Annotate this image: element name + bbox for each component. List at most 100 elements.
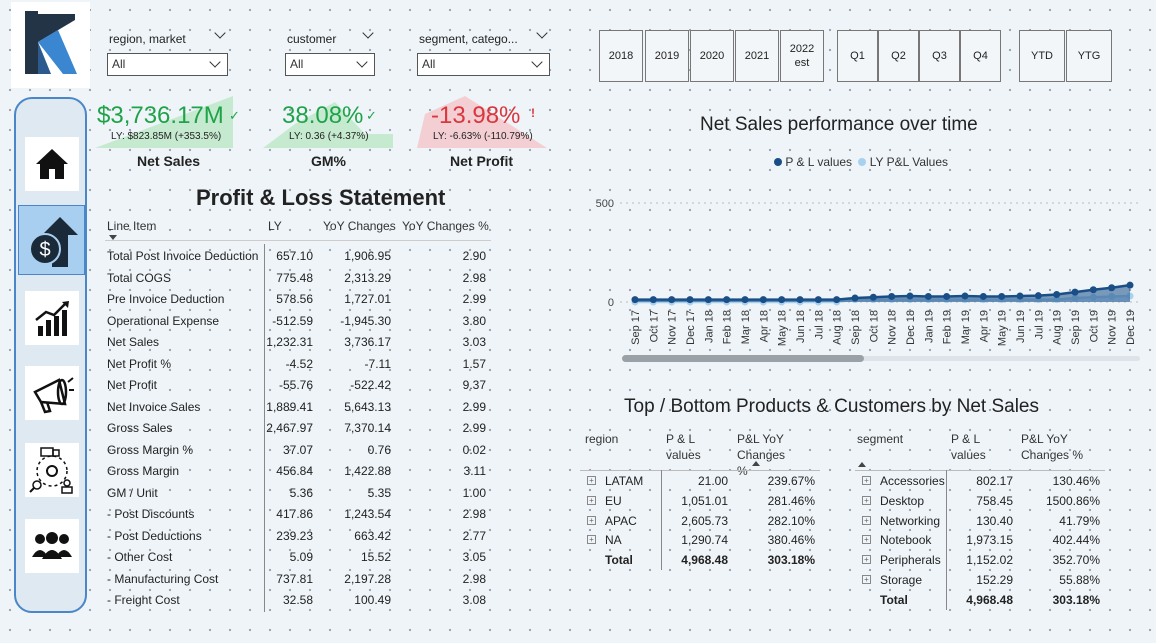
ly-column-header[interactable]: LY: [268, 219, 282, 233]
quarter-q1-button[interactable]: Q1: [837, 30, 878, 82]
pl-value: 21.00: [697, 474, 728, 488]
pl-table-row[interactable]: Operational Expense -512.59 -1,945.30 3.80: [105, 311, 491, 333]
yoy-change-pct-value: 3.03: [462, 335, 486, 349]
pl-table-row[interactable]: Net Profit -55.76 -522.42 9.37: [105, 375, 491, 397]
total-row[interactable]: Total 4,968.48 303.18%: [580, 551, 820, 571]
year-2020-button[interactable]: 2020: [690, 30, 734, 82]
chevron-down-icon[interactable]: [362, 27, 374, 39]
expand-icon[interactable]: +: [862, 476, 871, 485]
pl-table-row[interactable]: - Post Discounts 417.86 1,243.54 2.98: [105, 504, 491, 526]
table-row[interactable]: + LATAM 21.00 239.67%: [580, 472, 820, 492]
scrollbar-thumb[interactable]: [622, 355, 864, 362]
customers-view-nav-button[interactable]: [25, 519, 79, 573]
pl-table-row[interactable]: Gross Margin 456.84 1,422.88 3.11: [105, 461, 491, 483]
yoy-change-pct: 41.79%: [1059, 513, 1100, 528]
table-row[interactable]: + Networking 130.40 41.79%: [855, 512, 1105, 532]
table-row[interactable]: + Notebook 1,973.15 402.44%: [855, 531, 1105, 551]
pl-table-row[interactable]: Gross Margin % 37.07 0.76 0.02: [105, 440, 491, 462]
pl-table-row[interactable]: Net Profit % -4.52 -7.11 1.57: [105, 354, 491, 376]
quarter-q2-button[interactable]: Q2: [878, 30, 919, 82]
net-sales-line-chart[interactable]: 500 0 Sep 17 Oct 17 Nov 17 Dec 17 Jan 18 Feb 18…: [590, 190, 1150, 370]
yoy-changes-pct-column-header[interactable]: YoY Changes %: [402, 219, 489, 233]
data-point: [1126, 281, 1134, 289]
table-row[interactable]: + NA 1,290.74 380.46%: [580, 531, 820, 551]
pl-table-row[interactable]: Gross Sales 2,467.97 7,370.14 2.99: [105, 418, 491, 440]
pl-table-row[interactable]: Net Invoice Sales 1,889.41 5,643.13 2.99: [105, 397, 491, 419]
pl-value: 758.45: [976, 493, 1013, 508]
pl-table-row[interactable]: GM / Unit 5.36 5.35 1.00: [105, 483, 491, 505]
total-row[interactable]: Total 4,968.48 303.18%: [855, 591, 1105, 611]
year-2021-button[interactable]: 2021: [735, 30, 779, 82]
region-pl-values-header[interactable]: P & L values: [666, 431, 712, 463]
table-row[interactable]: + APAC 2,605.73 282.10%: [580, 512, 820, 532]
year-2019-button[interactable]: 2019: [645, 30, 689, 82]
pl-value: 4,968.48: [681, 553, 728, 568]
row-label: Total: [880, 592, 908, 607]
expand-icon[interactable]: +: [587, 476, 596, 485]
ly-value: 1,889.41: [266, 399, 313, 414]
ytd-button[interactable]: YTD: [1019, 30, 1065, 82]
region-column-header[interactable]: region: [585, 431, 618, 447]
data-point: [906, 292, 914, 300]
pl-table-row[interactable]: Pre Invoice Deduction 578.56 1,727.01 2.99: [105, 289, 491, 311]
pl-value: 152.29: [976, 573, 1013, 587]
row-label: LATAM: [605, 474, 644, 488]
chevron-down-icon[interactable]: [536, 27, 548, 39]
table-row[interactable]: + EU 1,051.01 281.46%: [580, 492, 820, 512]
marketing-view-nav-button[interactable]: [25, 366, 79, 420]
home-nav-button[interactable]: [25, 137, 79, 191]
segment-pl-values-header[interactable]: P & L values: [951, 431, 997, 463]
row-label: EU: [605, 493, 622, 508]
segment-yoy-header[interactable]: P&L YoY Changes %: [1021, 431, 1087, 463]
sort-asc-icon: [752, 461, 760, 466]
data-point: [1034, 292, 1042, 300]
line-item-name: Gross Sales: [107, 421, 173, 435]
expand-icon[interactable]: +: [862, 555, 871, 565]
yoy-change-pct-value: 2.98: [462, 507, 486, 521]
pl-table-row[interactable]: - Other Cost 5.09 15.52 3.05: [105, 547, 491, 569]
supply-chain-view-nav-button[interactable]: [25, 443, 79, 497]
expand-icon[interactable]: +: [862, 535, 871, 545]
expand-icon[interactable]: +: [587, 535, 596, 545]
finance-view-nav-button[interactable]: $: [18, 205, 85, 275]
svg-text:$: $: [39, 239, 50, 261]
segment-column-header[interactable]: segment: [857, 431, 903, 447]
year-2022-est-button[interactable]: 2022 est: [780, 30, 824, 82]
pl-table-row[interactable]: - Freight Cost 32.58 100.49 3.08: [105, 590, 491, 612]
ly-value: 417.86: [276, 507, 313, 521]
x-tick-label: Jun 18: [795, 310, 807, 343]
expand-icon[interactable]: +: [862, 495, 871, 505]
table-row[interactable]: + Accessories 802.17 130.46%: [855, 472, 1105, 492]
data-point: [943, 292, 951, 300]
ytg-button[interactable]: YTG: [1066, 30, 1112, 82]
region-market-value: All: [112, 57, 126, 71]
sales-view-nav-button[interactable]: [25, 291, 79, 345]
year-2018-button[interactable]: 2018: [599, 30, 643, 82]
pl-table-row[interactable]: Net Sales 1,232.31 3,736.17 3.03: [105, 332, 491, 354]
expand-icon[interactable]: +: [587, 515, 596, 525]
expand-icon[interactable]: +: [862, 515, 871, 525]
ly-value: 32.58: [282, 593, 313, 607]
chevron-down-icon[interactable]: [214, 27, 226, 39]
pl-table-row[interactable]: - Manufacturing Cost 737.81 2,197.28 2.98: [105, 569, 491, 591]
expand-icon[interactable]: +: [862, 575, 871, 584]
pl-table-row[interactable]: Total COGS 775.48 2,313.29 2.98: [105, 268, 491, 290]
yoy-change-pct: 303.18%: [767, 553, 815, 568]
table-row[interactable]: + Storage 152.29 55.88%: [855, 571, 1105, 591]
pl-table-row[interactable]: Total Post Invoice Deduction 657.10 1,906.…: [105, 246, 491, 268]
sort-asc-icon: [858, 462, 866, 467]
yoy-change-pct: 239.67%: [767, 474, 815, 488]
quarter-q3-button[interactable]: Q3: [919, 30, 960, 82]
table-row[interactable]: + Desktop 758.45 1500.86%: [855, 492, 1105, 512]
yoy-changes-column-header[interactable]: YoY Changes: [323, 219, 396, 233]
region-market-dropdown[interactable]: All: [107, 53, 228, 76]
customer-dropdown[interactable]: All: [285, 53, 375, 76]
pl-table-row[interactable]: - Post Deductions 239.23 663.42 2.77: [105, 526, 491, 548]
quarter-q4-button[interactable]: Q4: [960, 30, 1001, 82]
yoy-change-pct-value: 3.08: [462, 593, 486, 607]
table-row[interactable]: + Peripherals 1,152.02 352.70%: [855, 551, 1105, 571]
expand-icon[interactable]: +: [587, 495, 596, 505]
line-item-column-header[interactable]: Line Item: [107, 219, 156, 233]
segment-category-dropdown[interactable]: All: [417, 53, 550, 76]
line-item-name: - Manufacturing Cost: [107, 571, 219, 586]
